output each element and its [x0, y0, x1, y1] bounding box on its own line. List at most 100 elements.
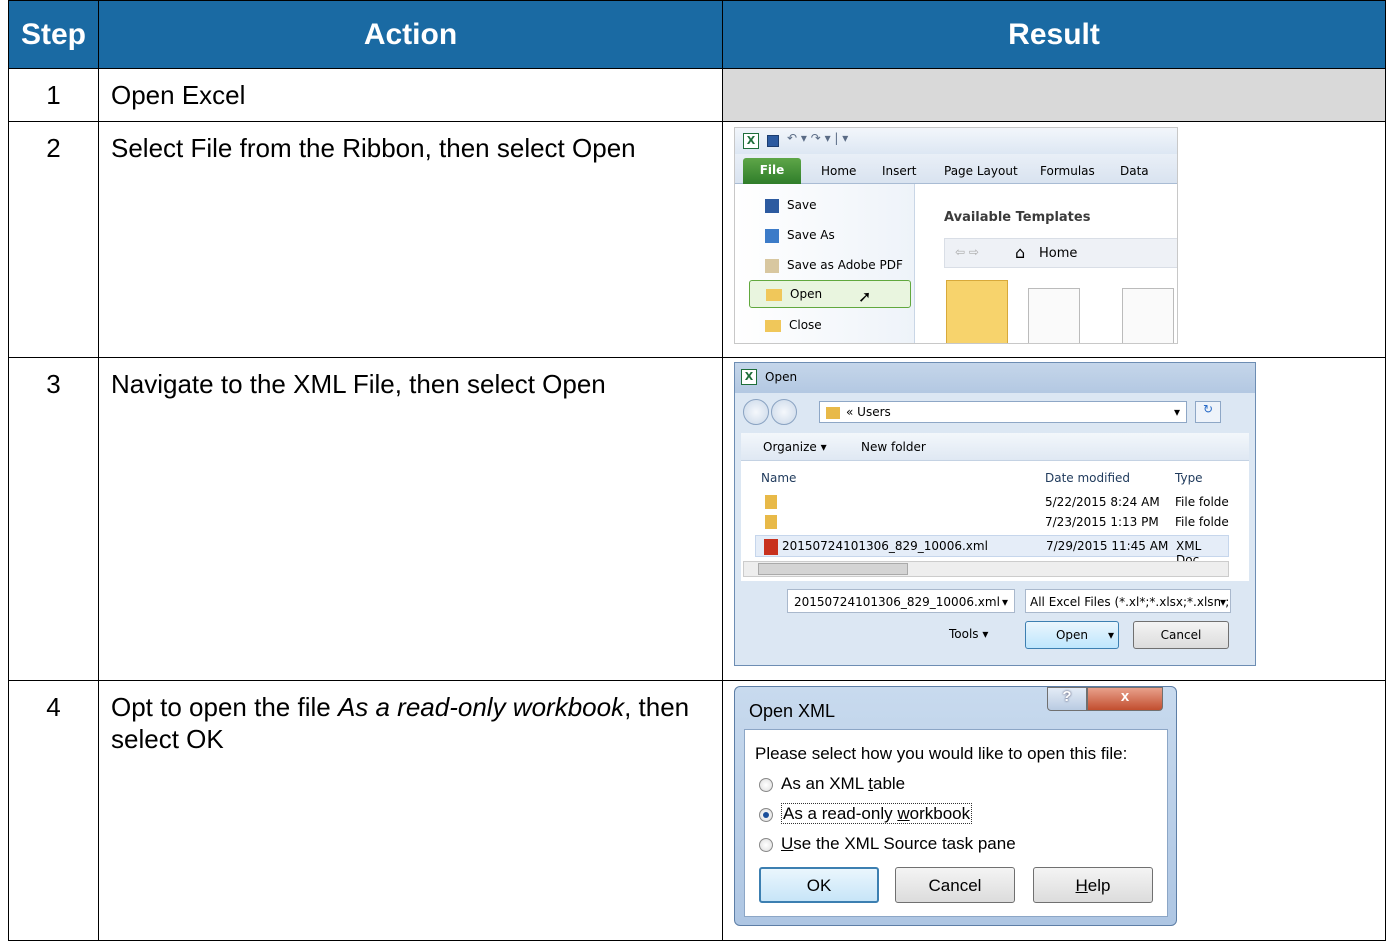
- step-action: Open Excel: [98, 68, 723, 122]
- horizontal-scrollbar[interactable]: [743, 561, 1229, 577]
- back-button[interactable]: [743, 399, 769, 425]
- file-date: 7/23/2015 1:13 PM: [1045, 515, 1159, 529]
- address-bar[interactable]: « Users ▾: [819, 401, 1187, 423]
- excel-file-menu-screenshot: X ↶ ▾ ↷ ▾ | ▾ File Home Insert Page Layo…: [734, 127, 1178, 344]
- file-row-selected[interactable]: 20150724101306_829_10006.xml 7/29/2015 1…: [755, 535, 1229, 567]
- tab-data[interactable]: Data: [1120, 164, 1149, 178]
- forward-button[interactable]: [771, 399, 797, 425]
- xml-file-icon: [764, 539, 778, 555]
- header-result: Result: [722, 0, 1386, 69]
- file-name: 20150724101306_829_10006.xml: [782, 539, 988, 553]
- excel-icon: X: [741, 369, 757, 385]
- help-title-button[interactable]: ?: [1047, 687, 1087, 711]
- new-folder-button[interactable]: New folder: [861, 440, 926, 454]
- chevron-down-icon[interactable]: ▾: [1219, 595, 1226, 609]
- open-xml-dialog-screenshot: Open XML ? x Please select how you would…: [734, 686, 1177, 926]
- undo-icon[interactable]: ↶ ▾ ↷ ▾ | ▾: [787, 131, 848, 145]
- radio-icon[interactable]: [759, 807, 773, 822]
- step-action: Select File from the Ribbon, then select…: [98, 121, 723, 358]
- result-empty: [722, 68, 1386, 122]
- cursor-icon: ➚: [858, 287, 872, 306]
- header-action: Action: [98, 0, 723, 69]
- step-number: 4: [8, 680, 99, 941]
- radio-icon[interactable]: [759, 837, 773, 852]
- step-number: 3: [8, 357, 99, 681]
- menu-close[interactable]: Close: [765, 318, 822, 332]
- help-button[interactable]: Help: [1033, 867, 1153, 903]
- column-name[interactable]: Name: [761, 471, 796, 485]
- column-type[interactable]: Type: [1175, 471, 1203, 485]
- tools-menu[interactable]: Tools ▾: [949, 627, 988, 641]
- templates-nav: ⇦ ⇨ ⌂ Home: [944, 238, 1177, 268]
- sample-template[interactable]: [1122, 288, 1174, 343]
- file-type: File folde: [1175, 495, 1229, 509]
- menu-save-as[interactable]: Save As: [765, 228, 835, 243]
- radio-icon[interactable]: [759, 777, 773, 792]
- close-icon[interactable]: x: [1087, 687, 1163, 711]
- option-read-only-workbook[interactable]: As a read-only workbook: [759, 803, 973, 824]
- menu-save-as-pdf[interactable]: Save as Adobe PDF: [765, 258, 903, 273]
- folder-icon: [765, 495, 777, 509]
- step-action: Opt to open the file As a read-only work…: [98, 680, 723, 941]
- save-as-icon: [765, 228, 779, 243]
- open-button[interactable]: Open ▾: [1025, 621, 1119, 649]
- pdf-icon: [765, 258, 779, 273]
- dialog-toolbar: Organize ▾ New folder: [741, 433, 1249, 461]
- menu-open[interactable]: Open ➚: [749, 280, 911, 308]
- tab-file[interactable]: File: [743, 158, 801, 184]
- templates-title: Available Templates: [944, 210, 1091, 225]
- step-number: 2: [8, 121, 99, 358]
- backstage-menu: Save Save As Save as Adobe PDF Open ➚ Clo…: [735, 184, 915, 343]
- filename-input[interactable]: 20150724101306_829_10006.xml ▾: [787, 589, 1015, 613]
- dialog-title: Open: [765, 370, 798, 384]
- ok-button[interactable]: OK: [759, 867, 879, 903]
- quick-access-toolbar: X ↶ ▾ ↷ ▾ | ▾: [735, 128, 1177, 154]
- tab-insert[interactable]: Insert: [882, 164, 916, 178]
- folder-open-icon: [766, 288, 782, 301]
- home-icon[interactable]: ⌂: [1015, 243, 1025, 262]
- file-type: File folde: [1175, 515, 1229, 529]
- scrollbar-thumb[interactable]: [758, 563, 908, 575]
- tab-page-layout[interactable]: Page Layout: [944, 164, 1018, 178]
- refresh-button[interactable]: ↻: [1195, 401, 1221, 423]
- step-number: 1: [8, 68, 99, 122]
- templates-panel: Available Templates ⇦ ⇨ ⌂ Home: [916, 184, 1177, 343]
- file-list: Name Date modified Type 5/22/2015 8:24 A…: [741, 461, 1249, 581]
- prompt-text: Please select how you would like to open…: [755, 744, 1128, 763]
- file-row[interactable]: 5/22/2015 8:24 AM File folde: [741, 493, 1231, 513]
- nav-home-label[interactable]: Home: [1039, 246, 1077, 261]
- address-bar-row: « Users ▾ ↻: [735, 393, 1255, 433]
- save-icon[interactable]: [767, 135, 779, 147]
- tab-home[interactable]: Home: [821, 164, 856, 178]
- ribbon-tabs: File Home Insert Page Layout Formulas Da…: [735, 154, 1177, 184]
- excel-icon: X: [743, 133, 759, 149]
- dialog-title: Open XML: [749, 701, 836, 721]
- blank-workbook-template[interactable]: [946, 280, 1008, 343]
- chevron-down-icon[interactable]: ▾: [1108, 628, 1114, 642]
- file-row[interactable]: 7/23/2015 1:13 PM File folde: [741, 513, 1231, 533]
- folder-icon: [765, 319, 781, 332]
- back-icon[interactable]: ⇦ ⇨: [955, 245, 979, 259]
- chevron-down-icon[interactable]: ▾: [1002, 595, 1008, 609]
- column-date-modified[interactable]: Date modified: [1045, 471, 1130, 485]
- cancel-button[interactable]: Cancel: [1133, 621, 1229, 649]
- file-date: 5/22/2015 8:24 AM: [1045, 495, 1160, 509]
- save-icon: [765, 198, 779, 213]
- organize-menu[interactable]: Organize ▾: [763, 440, 827, 454]
- file-type-select[interactable]: All Excel Files (*.xl*;*.xlsx;*.xlsm; ▾: [1025, 589, 1231, 613]
- dialog-body: Please select how you would like to open…: [744, 729, 1168, 917]
- option-xml-source-pane[interactable]: Use the XML Source task pane: [759, 834, 1016, 854]
- recent-template[interactable]: [1028, 288, 1080, 343]
- open-dialog-screenshot: X Open « Users ▾ ↻ Organize ▾ New folder…: [734, 362, 1256, 666]
- chevron-down-icon[interactable]: ▾: [1174, 405, 1180, 419]
- header-step: Step: [8, 0, 99, 69]
- file-date: 7/29/2015 11:45 AM: [1046, 539, 1169, 553]
- menu-save[interactable]: Save: [765, 198, 816, 213]
- tab-formulas[interactable]: Formulas: [1040, 164, 1095, 178]
- folder-icon: [765, 515, 777, 529]
- option-xml-table[interactable]: As an XML table: [759, 774, 905, 794]
- cancel-button[interactable]: Cancel: [895, 867, 1015, 903]
- open-dialog-titlebar: X Open: [735, 363, 1255, 393]
- folder-icon: [826, 406, 840, 419]
- step-action: Navigate to the XML File, then select Op…: [98, 357, 723, 681]
